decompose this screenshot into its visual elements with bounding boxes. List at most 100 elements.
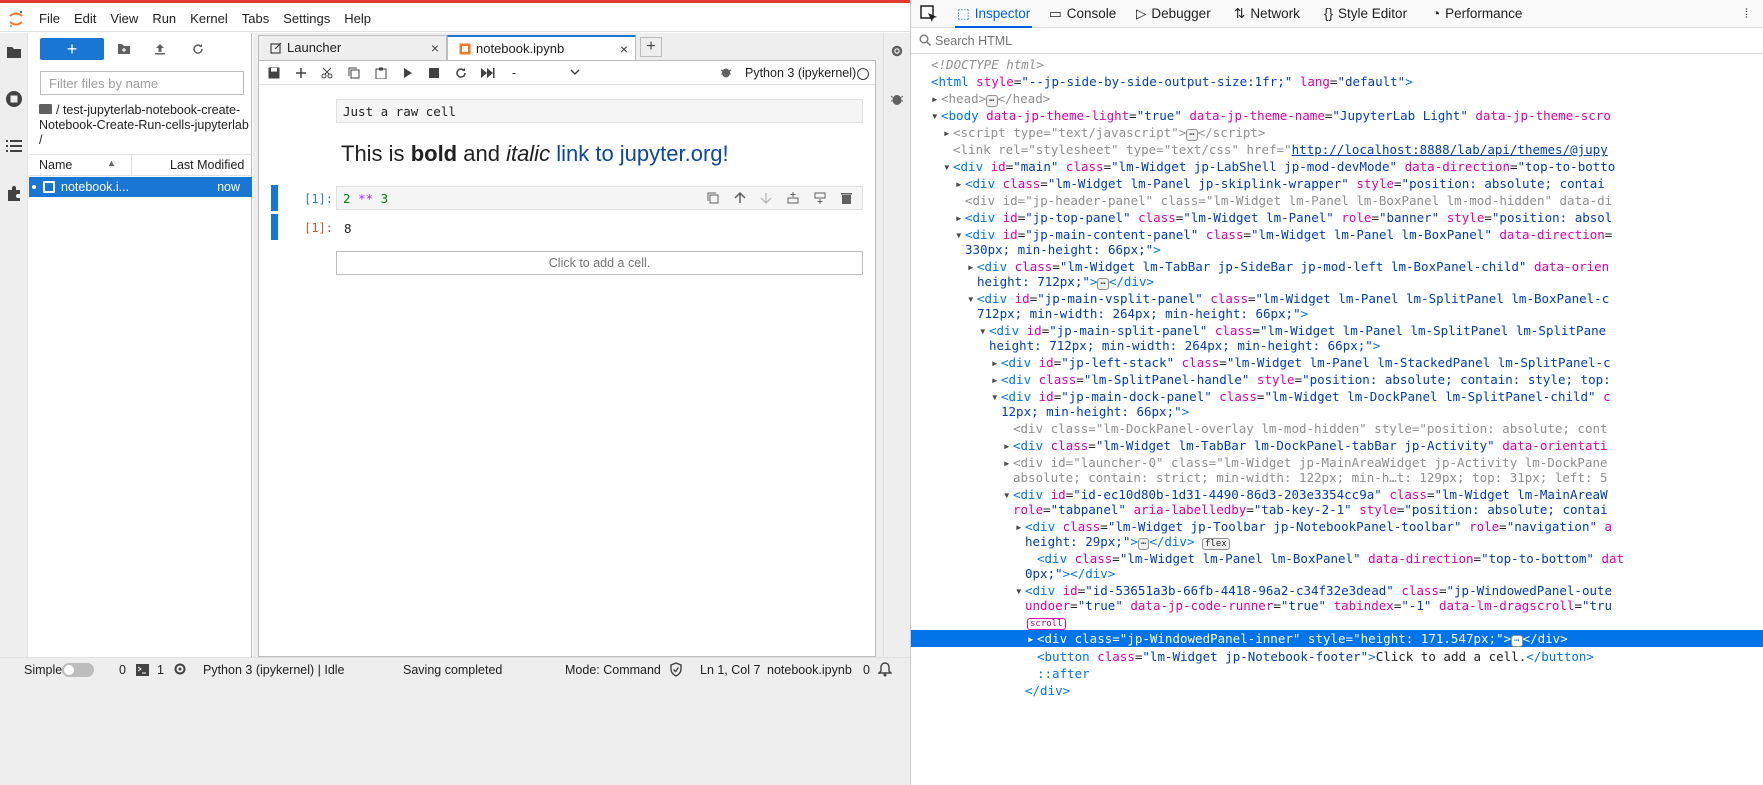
dom-node[interactable]: <!DOCTYPE html> (931, 57, 1044, 73)
tab-notebook[interactable]: notebook.ipynb × (447, 35, 636, 61)
save-icon[interactable] (266, 65, 282, 81)
dom-node[interactable]: </div> (1025, 683, 1070, 699)
restart-icon[interactable] (453, 65, 469, 81)
dom-node[interactable]: ::after (1037, 666, 1090, 682)
selected-dom-node[interactable]: ▸ <div class="jp-WindowedPanel-inner" sty… (911, 630, 1763, 647)
menu-settings[interactable]: Settings (276, 6, 337, 32)
dom-node[interactable]: ▾ <div id="jp-main-dock-panel" class="lm-… (991, 389, 1611, 405)
table-of-contents-icon[interactable] (5, 137, 23, 155)
kernel-status[interactable]: Python 3 (ipykernel) | Idle (203, 663, 345, 677)
dom-node[interactable]: <button class="lm-Widget jp-Notebook-foo… (1037, 649, 1594, 665)
dom-node[interactable]: ▾ <div id="main" class="lm-Widget jp-LabS… (943, 159, 1615, 175)
dom-node[interactable]: <div class="lm-DockPanel-overlay lm-mod-… (1013, 421, 1608, 437)
dom-node[interactable]: ▾ <body data-jp-theme-light="true" data-j… (931, 108, 1611, 124)
more-tools-icon[interactable]: ⦙ (1745, 0, 1748, 28)
dom-node[interactable]: <div id="jp-header-panel" class="lm-Widg… (965, 193, 1612, 209)
extension-puzzle-icon[interactable] (5, 184, 23, 202)
search-html-bar[interactable]: Search HTML (911, 29, 1763, 54)
dom-node[interactable]: ▸ <div id="jp-left-stack" class="lm-Widge… (991, 355, 1611, 371)
tab-style-editor[interactable]: {} Style Editor (1324, 0, 1407, 28)
insert-cell-icon[interactable] (293, 65, 309, 81)
tab-network[interactable]: ⇅ Network (1234, 0, 1300, 28)
tab-performance[interactable]: ◔ Performance (1432, 0, 1522, 28)
kernel-count[interactable]: 1 (157, 663, 164, 677)
simple-mode-toggle[interactable] (62, 663, 94, 677)
fast-forward-icon[interactable] (480, 65, 496, 81)
tab-inspector[interactable]: ⬚ Inspector (955, 0, 1033, 28)
dom-node[interactable]: ▸ <div id="jp-top-panel" class="lm-Widget… (955, 210, 1612, 226)
dom-node[interactable]: ▸ <script type="text/javascript"> ⋯ </scrip… (943, 125, 1265, 141)
dom-node[interactable]: <link rel="stylesheet" type="text/css" h… (953, 142, 1608, 158)
column-name-header[interactable]: Name (39, 158, 72, 172)
filter-files-input[interactable]: Filter files by name (40, 71, 244, 95)
dom-node[interactable]: ▾ <div id="id-53651a3b-66fb-4418-96a2-c34… (1015, 583, 1612, 599)
add-tab-button[interactable]: + (640, 37, 662, 57)
new-folder-icon[interactable] (116, 41, 132, 57)
cell-type-select[interactable]: - (510, 64, 580, 82)
menu-edit[interactable]: Edit (67, 6, 103, 32)
folder-icon[interactable] (5, 43, 23, 61)
element-picker-icon[interactable] (920, 0, 938, 28)
dom-node[interactable]: ▸ <head> ⋯ </head> (931, 91, 1050, 107)
duplicate-icon[interactable] (705, 190, 721, 206)
flex-badge[interactable]: flex (1202, 538, 1230, 550)
menu-file[interactable]: File (32, 6, 67, 32)
stop-icon[interactable] (426, 65, 442, 81)
dom-node[interactable]: ▾ <div id="jp-main-vsplit-panel" class="l… (967, 291, 1609, 307)
move-down-icon[interactable] (758, 190, 774, 206)
dom-node[interactable]: ▸ <div class="lm-Widget lm-Panel jp-skipl… (955, 176, 1605, 192)
trusted-shield-icon[interactable] (669, 662, 683, 680)
debugger-bug-icon[interactable] (890, 92, 904, 109)
close-icon[interactable]: × (620, 37, 628, 61)
notification-count[interactable]: 0 (863, 663, 870, 677)
insert-below-icon[interactable] (812, 190, 828, 206)
terminal-count[interactable]: 0 (119, 663, 126, 677)
menu-help[interactable]: Help (337, 6, 378, 32)
running-sessions-icon[interactable] (5, 90, 23, 108)
upload-icon[interactable] (152, 41, 168, 57)
cut-icon[interactable] (319, 65, 335, 81)
paste-icon[interactable] (373, 65, 389, 81)
markdown-link[interactable]: link to jupyter.org! (556, 141, 728, 166)
kernel-name-button[interactable]: Python 3 (ipykernel) (745, 64, 856, 82)
property-inspector-gear-icon[interactable] (890, 44, 904, 61)
menu-view[interactable]: View (103, 6, 145, 32)
cursor-position[interactable]: Ln 1, Col 7 (700, 663, 760, 677)
markdown-cell[interactable]: This is bold and italic link to jupyter.… (341, 141, 729, 167)
dom-node[interactable]: <div class="lm-Widget lm-Panel lm-BoxPan… (1037, 551, 1624, 567)
raw-cell[interactable]: Just a raw cell (336, 99, 863, 123)
dom-node[interactable]: ▾ <div id="id-ec10d80b-1d31-4490-86d3-203… (1003, 487, 1608, 503)
dom-node[interactable]: ▾ <div id="jp-main-split-panel" class="lm… (979, 323, 1606, 339)
menu-kernel[interactable]: Kernel (183, 6, 235, 32)
scroll-badge[interactable]: scroll (1027, 618, 1066, 630)
new-launcher-button[interactable]: + (40, 38, 104, 60)
dom-node[interactable]: ▸ <div class="lm-Widget lm-TabBar jp-Side… (967, 259, 1609, 275)
debugger-icon[interactable] (720, 66, 732, 81)
delete-icon[interactable] (838, 190, 854, 206)
insert-above-icon[interactable] (785, 190, 801, 206)
breadcrumb[interactable]: / test-jupyterlab-notebook-create-Notebo… (39, 103, 249, 148)
run-icon[interactable] (400, 65, 416, 81)
column-modified-header[interactable]: Last Modified (131, 155, 244, 175)
file-name[interactable]: notebook.i... (61, 180, 129, 194)
close-icon[interactable]: × (431, 36, 439, 60)
menu-run[interactable]: Run (145, 6, 183, 32)
refresh-icon[interactable] (190, 41, 206, 57)
dom-node[interactable]: ▸ <div class="lm-Widget lm-TabBar lm-Dock… (1003, 438, 1608, 454)
add-cell-button[interactable]: Click to add a cell. (336, 251, 863, 275)
home-folder-icon[interactable] (39, 104, 52, 114)
file-row[interactable]: notebook.i... now (29, 177, 252, 197)
move-up-icon[interactable] (732, 190, 748, 206)
tab-launcher[interactable]: Launcher × (258, 35, 447, 60)
dom-node[interactable]: ▸ <div class="lm-SplitPanel-handle" style… (991, 372, 1611, 388)
bell-icon[interactable] (877, 662, 893, 680)
dom-node[interactable]: <html style="--jp-side-by-side-output-si… (931, 74, 1413, 90)
search-html-input[interactable]: Search HTML (935, 34, 1012, 48)
copy-icon[interactable] (346, 65, 362, 81)
dom-node[interactable]: ▸ <div id="launcher-0" class="lm-Widget j… (1003, 455, 1608, 471)
dom-node[interactable]: ▸ <div class="jp-WindowedPanel-inner" sty… (1027, 631, 1568, 647)
jupyter-logo-icon[interactable] (0, 6, 32, 32)
menu-tabs[interactable]: Tabs (235, 6, 276, 32)
tab-debugger[interactable]: ▷ Debugger (1136, 0, 1211, 28)
tab-console[interactable]: ▭ Console (1049, 0, 1116, 28)
